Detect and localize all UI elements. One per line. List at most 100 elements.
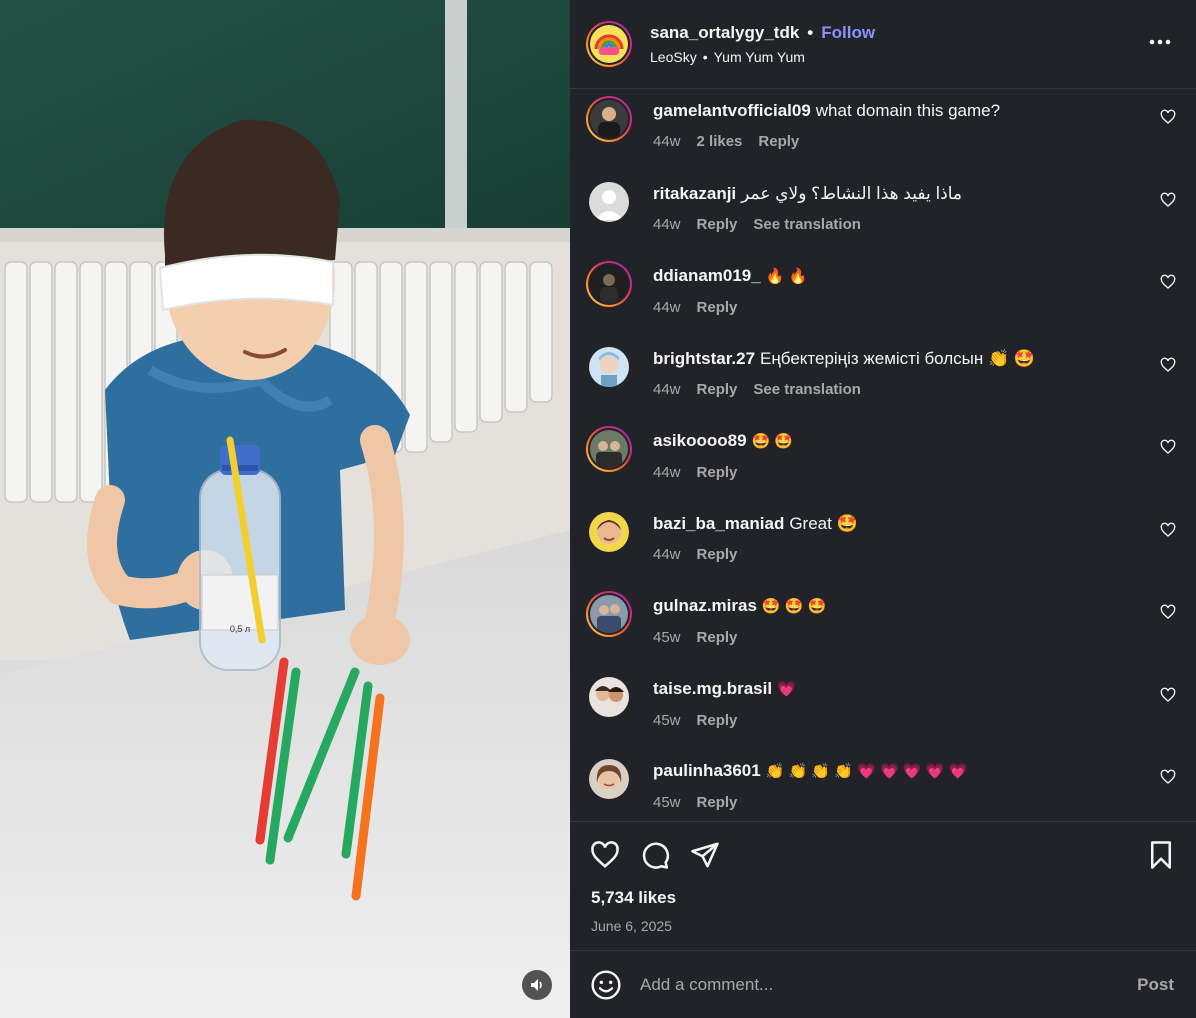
comment-username[interactable]: ddianam019_ <box>653 266 761 285</box>
comment-item: gamelantvofficial09 what domain this game… <box>570 89 1196 172</box>
comment-username[interactable]: bazi_ba_maniad <box>653 514 784 533</box>
post-sidebar: sana_ortalygy_tdk • Follow LeoSky • Yum … <box>570 0 1196 1018</box>
author-avatar[interactable] <box>586 21 632 67</box>
comment-username[interactable]: taise.mg.brasil <box>653 679 772 698</box>
comment-time[interactable]: 44w <box>653 133 681 150</box>
comment-time[interactable]: 44w <box>653 381 681 398</box>
emoji-icon[interactable] <box>590 969 622 1001</box>
comment-item: ddianam019_ 🔥 🔥 44w Reply <box>570 254 1196 337</box>
comment-input[interactable] <box>638 973 1112 996</box>
share-send-icon[interactable] <box>690 840 720 870</box>
user-photo-icon <box>589 676 629 717</box>
comment-text: 🔥 🔥 <box>765 268 808 285</box>
reply-button[interactable]: Reply <box>758 133 799 150</box>
comment-text: 💗 <box>777 680 796 698</box>
commenter-avatar[interactable] <box>586 426 632 472</box>
comment-bubble-icon[interactable] <box>640 840 670 870</box>
audio-separator: • <box>702 49 708 65</box>
post-comment-button[interactable]: Post <box>1137 975 1174 995</box>
post-actions: 5,734 likes June 6, 2025 <box>570 821 1196 950</box>
comment-composer: Post <box>570 950 1196 1018</box>
post-date[interactable]: June 6, 2025 <box>591 918 672 934</box>
reply-button[interactable]: Reply <box>697 794 738 811</box>
comment-time[interactable]: 44w <box>653 299 681 316</box>
commenter-avatar[interactable] <box>586 591 632 637</box>
bookmark-icon[interactable] <box>1146 840 1176 870</box>
commenter-avatar[interactable] <box>589 759 629 799</box>
mute-button[interactable] <box>522 970 552 1000</box>
heart-icon[interactable] <box>1160 274 1176 290</box>
user-photo-icon <box>589 511 629 552</box>
comment-text: Еңбектеріңіз жемісті болсын 👏 🤩 <box>760 348 1036 368</box>
heart-icon[interactable] <box>1160 357 1176 373</box>
user-photo-icon <box>589 346 629 387</box>
comment-time[interactable]: 44w <box>653 216 681 233</box>
heart-icon[interactable] <box>1160 192 1176 208</box>
comment-time[interactable]: 45w <box>653 712 681 729</box>
comment-username[interactable]: paulinha3601 <box>653 761 761 780</box>
author-username[interactable]: sana_ortalygy_tdk <box>650 23 799 43</box>
reply-button[interactable]: Reply <box>697 464 738 481</box>
comment-text: 🤩 🤩 🤩 <box>761 598 827 615</box>
comment-time[interactable]: 44w <box>653 464 681 481</box>
comment-time[interactable]: 45w <box>653 629 681 646</box>
rainbow-logo-icon <box>590 25 628 63</box>
user-photo-icon <box>590 595 628 633</box>
user-photo-icon <box>590 265 628 303</box>
heart-icon[interactable] <box>1160 522 1176 538</box>
commenter-avatar[interactable] <box>586 96 632 142</box>
heart-icon[interactable] <box>1160 109 1176 125</box>
comment-text: ماذا يفيد هذا النشاط؟ ولاي عمر <box>741 183 963 203</box>
heart-icon[interactable] <box>1160 687 1176 703</box>
reply-button[interactable]: Reply <box>697 546 738 563</box>
reply-button[interactable]: Reply <box>697 299 738 316</box>
comment-time[interactable]: 44w <box>653 546 681 563</box>
video-frame: 0,5 л <box>0 0 570 1018</box>
comment-item: gulnaz.miras 🤩 🤩 🤩 45w Reply <box>570 584 1196 667</box>
comment-text: 👏 👏 👏 👏 💗 💗 💗 💗 💗 <box>765 763 968 780</box>
reply-button[interactable]: Reply <box>697 381 738 398</box>
audio-attribution[interactable]: LeoSky • Yum Yum Yum <box>650 49 875 65</box>
like-heart-icon[interactable] <box>590 840 620 870</box>
comment-text: 🤩 🤩 <box>751 433 794 450</box>
comment-likes[interactable]: 2 likes <box>697 133 743 150</box>
comment-time[interactable]: 45w <box>653 794 681 811</box>
see-translation-button[interactable]: See translation <box>753 381 861 398</box>
commenter-avatar[interactable] <box>589 676 629 717</box>
heart-icon[interactable] <box>1160 439 1176 455</box>
comment-item: brightstar.27 Еңбектеріңіз жемісті болсын… <box>570 337 1196 420</box>
more-options-button[interactable] <box>1146 30 1174 54</box>
heart-icon[interactable] <box>1160 604 1176 620</box>
post-video[interactable]: 0,5 л <box>0 0 570 1018</box>
bottle-label: 0,5 л <box>230 624 250 634</box>
comment-list[interactable]: gamelantvofficial09 what domain this game… <box>570 89 1196 821</box>
comment-item: paulinha3601 👏 👏 👏 👏 💗 💗 💗 💗 💗 45w Reply <box>570 749 1196 821</box>
comment-text: Great 🤩 <box>789 513 858 533</box>
audio-artist: LeoSky <box>650 49 697 65</box>
comment-username[interactable]: gulnaz.miras <box>653 596 757 615</box>
default-user-icon <box>589 181 629 222</box>
likes-count[interactable]: 5,734 likes <box>591 888 676 908</box>
comment-item: bazi_ba_maniad Great 🤩 44w Reply <box>570 502 1196 585</box>
audio-title: Yum Yum Yum <box>713 49 805 65</box>
commenter-avatar[interactable] <box>586 261 632 307</box>
reply-button[interactable]: Reply <box>697 216 738 233</box>
comment-item: ritakazanji ماذا يفيد هذا النشاط؟ ولاي عم… <box>570 172 1196 255</box>
post-viewer: 0,5 л sana_ortalygy_tdk • Follow LeoSky … <box>0 0 1196 1018</box>
follow-button[interactable]: Follow <box>821 23 875 43</box>
user-photo-icon <box>590 430 628 468</box>
commenter-avatar[interactable] <box>589 511 629 552</box>
see-translation-button[interactable]: See translation <box>753 216 861 233</box>
comment-username[interactable]: brightstar.27 <box>653 349 755 368</box>
comment-username[interactable]: asikoooo89 <box>653 431 747 450</box>
more-horizontal-icon <box>1149 39 1171 45</box>
reply-button[interactable]: Reply <box>697 712 738 729</box>
heart-icon[interactable] <box>1160 769 1176 785</box>
comment-username[interactable]: ritakazanji <box>653 184 736 203</box>
comment-username[interactable]: gamelantvofficial09 <box>653 101 811 120</box>
user-photo-icon <box>590 100 628 138</box>
reply-button[interactable]: Reply <box>697 629 738 646</box>
comment-item: taise.mg.brasil 💗 45w Reply <box>570 667 1196 750</box>
commenter-avatar[interactable] <box>589 181 629 222</box>
commenter-avatar[interactable] <box>589 346 629 387</box>
